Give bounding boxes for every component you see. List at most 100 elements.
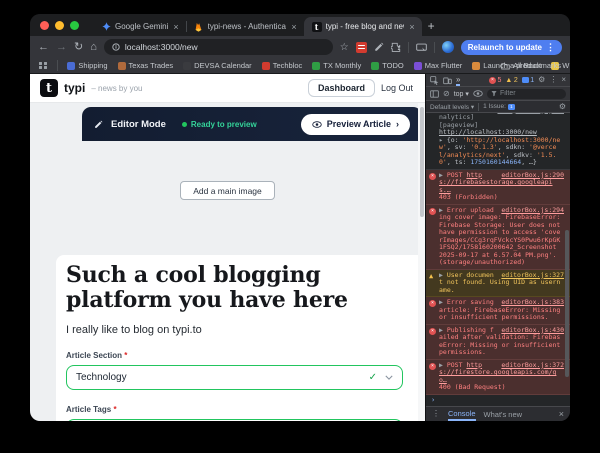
warning-icon: ▲ (429, 271, 434, 280)
drawer-menu-icon[interactable]: ⋮ (432, 410, 440, 418)
bookmark-label: Shipping (78, 61, 108, 70)
site-info-icon[interactable] (112, 43, 120, 51)
dashboard-button[interactable]: Dashboard (307, 79, 375, 97)
bookmark-item[interactable]: Max Flutter (413, 61, 462, 70)
folder-icon (501, 62, 510, 69)
warning-count-badge[interactable]: ▲ 2 (505, 77, 517, 84)
funnel-icon (491, 90, 497, 97)
inspect-element-icon[interactable] (430, 75, 439, 85)
preview-label: Preview Article (326, 119, 391, 129)
article-section-select[interactable]: Technology ✓ (66, 364, 403, 390)
bookmark-favicon (183, 61, 192, 70)
typi-logo[interactable]: t (40, 79, 58, 97)
forward-icon[interactable]: → (56, 41, 67, 53)
devtools-close-icon[interactable]: × (561, 76, 566, 84)
console-log-row[interactable]: script.debug.js:1[Vercel Web Analytics][… (426, 113, 570, 170)
page-scrollbar[interactable] (418, 103, 425, 421)
browser-tab[interactable]: typi-news - Authentication -× (185, 17, 304, 36)
bookmark-label: WIP (562, 61, 570, 70)
profile-avatar[interactable] (441, 41, 454, 53)
all-bookmarks-button[interactable]: All Bookmarks (501, 61, 561, 70)
devtools-settings-icon[interactable]: ⚙ (538, 76, 545, 84)
add-main-image-button[interactable]: Add a main image (180, 181, 275, 200)
devtools-scrollbar[interactable] (565, 230, 569, 377)
device-toolbar-icon[interactable] (443, 76, 452, 85)
address-bar[interactable]: localhost:3000/new (103, 39, 333, 55)
minimize-window-button[interactable] (55, 20, 64, 30)
console-settings-icon[interactable]: ⚙ (559, 102, 566, 111)
tab-title: typi - free blog and news pla (325, 22, 405, 31)
article-title[interactable]: Such a cool blogging platform you have h… (66, 263, 396, 313)
error-count-badge[interactable]: × 5 (489, 76, 501, 84)
tab-console[interactable]: Console (448, 407, 476, 421)
site-header: t typi – news by you Dashboard Log Out (30, 74, 425, 103)
bookmark-favicon (371, 61, 380, 70)
console-filter[interactable] (486, 88, 566, 99)
devtools-menu-icon[interactable]: ⋮ (549, 76, 557, 84)
apps-grid-icon[interactable] (39, 61, 47, 70)
relaunch-to-update-button[interactable]: Relaunch to update ⋮ (460, 39, 562, 55)
browser-tab[interactable]: Google Gemini × (93, 17, 186, 36)
tab-close-icon[interactable]: × (408, 22, 415, 32)
bookmark-star-icon[interactable]: ☆ (340, 42, 349, 53)
console-error-row[interactable]: × editorBox.js:290 ▶ POST https://firebase… (426, 169, 570, 205)
source-link[interactable]: script.debug.js:1 (497, 113, 564, 114)
required-asterisk: * (124, 350, 128, 360)
message-count-badge[interactable]: 1 (521, 77, 534, 84)
console-messages: [Vercel Web Analytics][pageview]http://l… (426, 113, 570, 406)
toolbar-divider (433, 41, 435, 53)
tab-close-icon[interactable]: × (290, 22, 297, 32)
browser-tab[interactable]: ttypi - free blog and news pla× (303, 17, 422, 36)
console-error-row[interactable]: × editorBox.js:383 ▶ Error saving article:… (426, 297, 570, 325)
close-window-button[interactable] (40, 20, 49, 30)
bookmark-favicon (472, 61, 481, 70)
console-error-row[interactable]: × editorBox.js:372 ▶ POST https://firestor… (426, 359, 570, 395)
console-error-row[interactable]: × editorBox.js:294 ▶ Error uploading cover… (426, 204, 570, 270)
valid-check-icon: ✓ (368, 371, 377, 383)
issues-link[interactable]: 1 Issue: 1 (483, 103, 515, 110)
console-error-row[interactable]: × editorBox.js:430 ▶ Publishing failed aft… (426, 324, 570, 360)
error-icon: × (429, 362, 436, 370)
browser-menu-icon[interactable]: ⋮ (546, 42, 555, 53)
context-selector[interactable]: top ▾ (454, 90, 469, 98)
console-sidebar-icon[interactable] (430, 89, 439, 98)
console-prompt[interactable]: › (426, 395, 570, 407)
logout-button[interactable]: Log Out (381, 83, 413, 93)
back-icon[interactable]: ← (38, 41, 49, 53)
console-warn-row[interactable]: ▲ editorBox.js:327 ▶ User document not fou… (426, 269, 570, 297)
bookmark-item[interactable]: TODO (371, 61, 404, 70)
home-icon[interactable]: ⌂ (90, 41, 97, 53)
article-tags-input[interactable]: typi (66, 418, 403, 421)
status-dot-icon (181, 121, 187, 127)
tab-close-icon[interactable]: × (172, 22, 179, 32)
article-section-label: Article Section * (66, 350, 128, 360)
extension-icon-red[interactable] (355, 41, 367, 53)
filter-input[interactable] (500, 90, 562, 97)
console-text: 403 (Forbidden) (439, 193, 498, 201)
editor-section: Editor Mode Ready to preview Preview Art… (30, 103, 425, 255)
reload-icon[interactable]: ↻ (74, 41, 83, 53)
new-tab-button[interactable]: + (428, 19, 435, 33)
clear-console-icon[interactable]: ⊘ (443, 89, 450, 98)
extensions-puzzle-icon[interactable] (390, 42, 401, 52)
article-body[interactable]: I really like to blog on typi.to (66, 324, 403, 336)
pencil-extension-icon[interactable] (374, 42, 384, 52)
screen-share-icon[interactable] (415, 43, 427, 52)
bookmark-label: Techbloc (272, 61, 303, 70)
more-panels-icon[interactable]: » (456, 75, 461, 86)
zoom-window-button[interactable] (70, 20, 79, 30)
bookmark-item[interactable]: Shipping (67, 61, 108, 70)
browser-window: Google Gemini×typi-news - Authentication… (30, 14, 570, 421)
bookmark-favicon (67, 61, 76, 70)
web-page: t typi – news by you Dashboard Log Out E… (30, 74, 425, 421)
preview-article-button[interactable]: Preview Article › (300, 113, 410, 135)
default-levels-dropdown[interactable]: Default levels ▾ (430, 103, 474, 111)
required-asterisk: * (113, 404, 117, 414)
bookmark-item[interactable]: Techbloc (261, 61, 303, 70)
drawer-close-icon[interactable]: × (559, 409, 564, 419)
bookmark-item[interactable]: Texas Trades (117, 61, 173, 70)
eye-icon[interactable] (473, 90, 483, 97)
tab-whats-new[interactable]: What's new (484, 407, 523, 421)
bookmark-item[interactable]: DEVSA Calendar (183, 61, 252, 70)
bookmark-item[interactable]: TX Monthly (312, 61, 361, 70)
